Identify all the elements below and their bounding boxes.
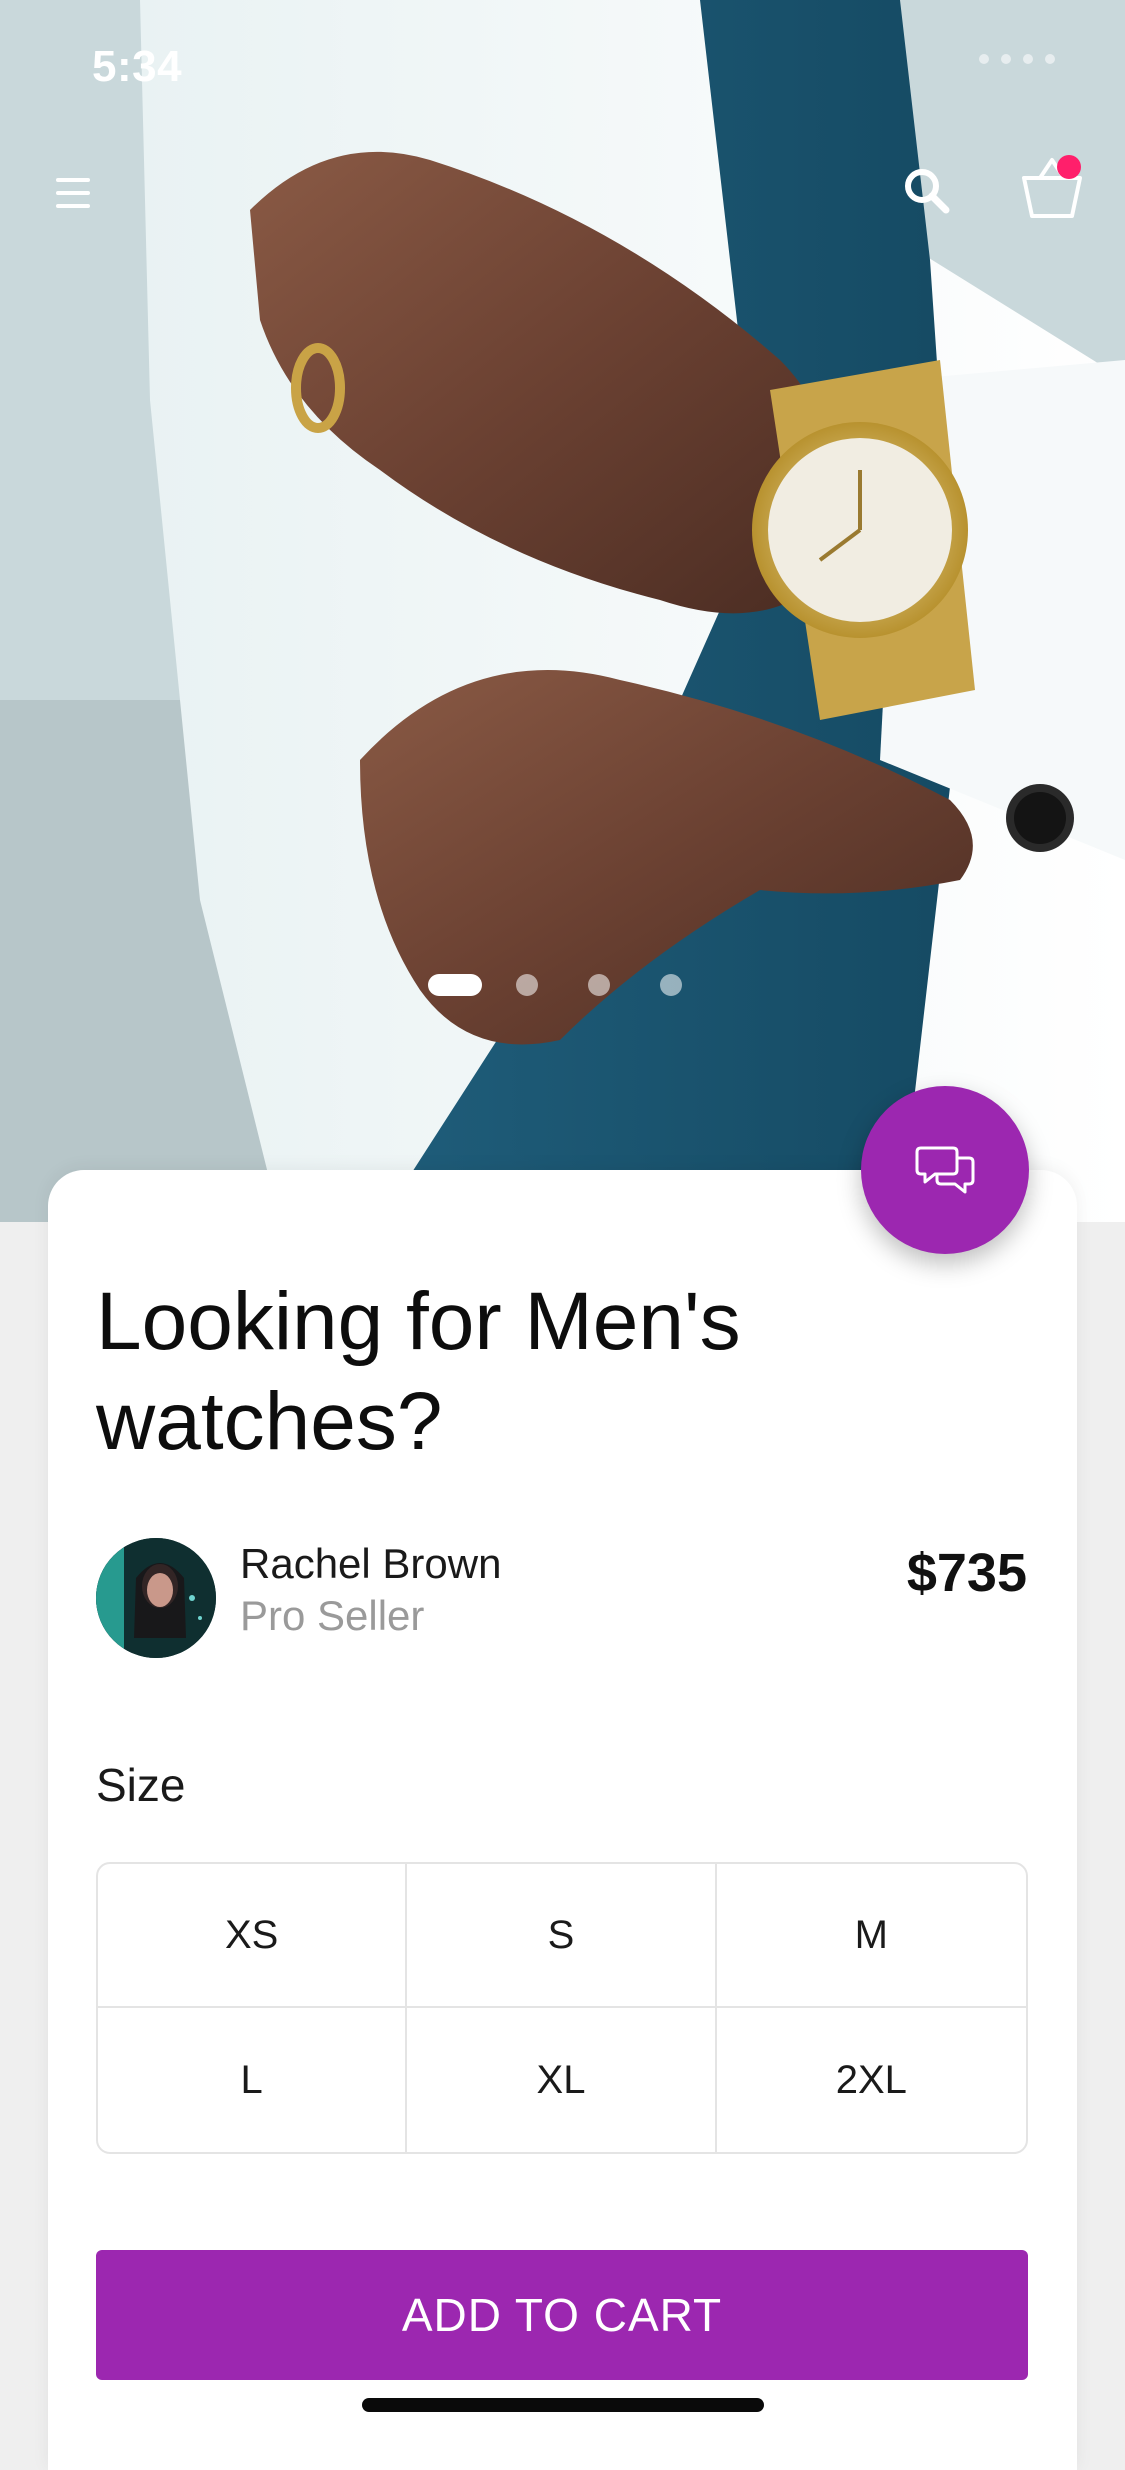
signal-dot [1045, 54, 1055, 64]
signal-dot [1023, 54, 1033, 64]
seller-name[interactable]: Rachel Brown [240, 1540, 501, 1588]
carousel-dot[interactable] [516, 974, 538, 996]
seller-role: Pro Seller [240, 1592, 425, 1639]
cart-notification-badge [1057, 155, 1081, 179]
hero-photo [0, 0, 1125, 1222]
signal-dot [1001, 54, 1011, 64]
size-option-xl[interactable]: XL [407, 2008, 717, 2152]
size-selector: XS S M L XL 2XL [96, 1862, 1028, 2154]
carousel-dot-active[interactable] [428, 974, 482, 996]
carousel-dot[interactable] [660, 974, 682, 996]
size-option-l[interactable]: L [98, 2008, 408, 2152]
product-hero-image: 5:34 [0, 0, 1125, 1222]
hamburger-menu-icon[interactable] [56, 178, 90, 208]
search-icon[interactable] [902, 166, 950, 214]
product-price: $735 [906, 1543, 1027, 1603]
carousel-pagination [428, 974, 732, 996]
product-title: Looking for Men's watches? [96, 1276, 741, 1467]
status-time: 5:34 [92, 42, 183, 91]
avatar-photo [96, 1538, 216, 1658]
size-option-m[interactable]: M [716, 1864, 1026, 2008]
status-indicators [979, 54, 1055, 64]
carousel-dot[interactable] [588, 974, 610, 996]
chat-bubbles-icon [915, 1146, 975, 1194]
size-option-xs[interactable]: XS [98, 1864, 408, 2008]
size-option-2xl[interactable]: 2XL [717, 2008, 1026, 2152]
seller-avatar[interactable] [96, 1538, 216, 1658]
size-label: Size [96, 1759, 186, 1811]
home-indicator[interactable] [362, 2398, 764, 2412]
size-option-s[interactable]: S [407, 1864, 717, 2008]
add-to-cart-button[interactable]: ADD TO CART [96, 2250, 1028, 2380]
chat-button[interactable] [861, 1086, 1029, 1254]
signal-dot [979, 54, 989, 64]
